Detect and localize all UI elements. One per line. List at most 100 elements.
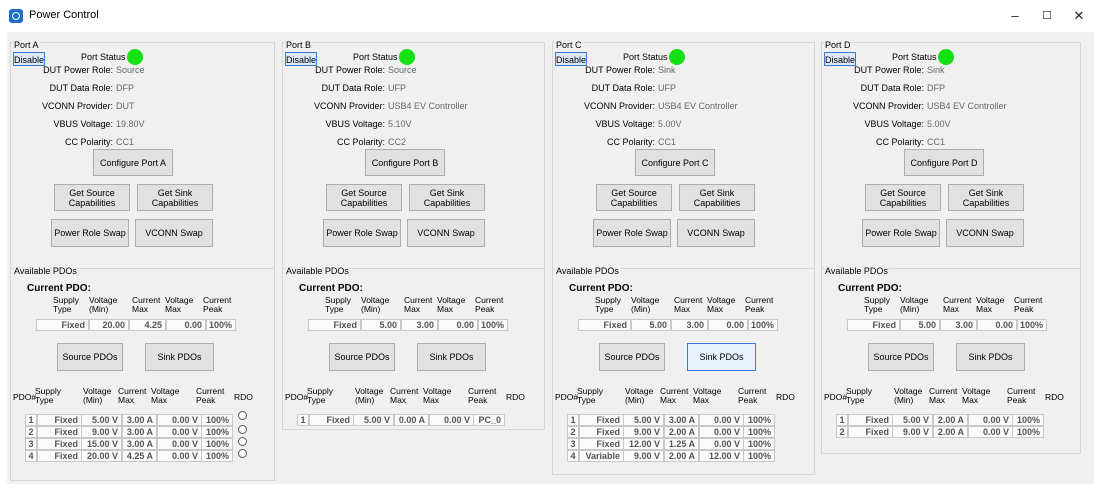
current-pdo-vmin: 20.00 — [89, 319, 129, 331]
port-b-disable-button[interactable]: Disable — [285, 52, 317, 66]
port-d-vconn-swap-button[interactable]: VCONN Swap — [946, 219, 1024, 247]
pdo-table-header-voltage-max: Voltage Max — [693, 386, 722, 405]
rdo-radio[interactable] — [238, 425, 247, 434]
current-pdo-label: Current PDO: — [27, 283, 91, 294]
port-d-source-pdos-button[interactable]: Source PDOs — [868, 343, 934, 371]
pdo-imax-cell: 2.00 A — [664, 426, 699, 438]
vconn-provider-value: USB4 EV Controller — [927, 101, 1007, 111]
port-d-power-role-swap-button[interactable]: Power Role Swap — [862, 219, 940, 247]
port-b-source-pdos-button[interactable]: Source PDOs — [329, 343, 395, 371]
pdo-vmin-cell: 15.00 V — [81, 438, 122, 450]
pdo-table-header-current-peak: Current Peak — [468, 386, 497, 405]
maximize-button[interactable]: ☐ — [1032, 6, 1062, 26]
port-c-pdo-group: Available PDOs Current PDO: Supply Type Vol… — [552, 266, 815, 475]
port-b-power-role-swap-button[interactable]: Power Role Swap — [323, 219, 401, 247]
port-a-vconn-swap-button[interactable]: VCONN Swap — [135, 219, 213, 247]
port-c-group: Port C Disable Port Status DUT Power Role: S… — [552, 40, 815, 269]
current-pdo-header-supply-type: Supply Type — [864, 295, 890, 314]
pdo-table-header-current-peak: Current Peak — [1007, 386, 1036, 405]
current-pdo-header-voltage-min: Voltage (Min) — [631, 295, 660, 314]
current-pdo-header-current-peak: Current Peak — [745, 295, 774, 314]
pdo-imax-cell: 2.00 A — [933, 426, 968, 438]
port-d-sink-pdos-button[interactable]: Sink PDOs — [956, 343, 1025, 371]
current-pdo-type: Fixed — [36, 319, 89, 331]
pdo-imax-cell: 0.00 A — [394, 414, 429, 426]
close-button[interactable]: ✕ — [1064, 6, 1094, 26]
pdo-imax-cell: 4.25 A — [122, 450, 157, 462]
port-b-sink-pdos-button[interactable]: Sink PDOs — [417, 343, 486, 371]
port-c-disable-button[interactable]: Disable — [555, 52, 587, 66]
pdo-vmax-cell: 0.00 V — [429, 414, 474, 426]
port-b-vconn-swap-button[interactable]: VCONN Swap — [407, 219, 485, 247]
port-c-configure-button[interactable]: Configure Port C — [635, 149, 715, 176]
port-b-configure-button[interactable]: Configure Port B — [365, 149, 445, 176]
vbus-voltage-value: 19.80V — [116, 119, 145, 129]
pdo-table-header-rdo: RDO — [506, 392, 525, 402]
pdo-table-header-voltage-max: Voltage Max — [151, 386, 180, 405]
port-c-data-role-row: DUT Data Role: UFP — [553, 83, 676, 93]
vconn-provider-label: VCONN Provider: — [41, 101, 113, 111]
pdo-type-cell: Fixed — [37, 450, 82, 462]
port-d-pdo-group: Available PDOs Current PDO: Supply Type Vol… — [821, 266, 1081, 454]
port-c-get-source-caps-button[interactable]: Get Source Capabilities — [596, 184, 672, 211]
pdo-table-header-voltage-max: Voltage Max — [962, 386, 991, 405]
port-b-get-source-caps-button[interactable]: Get Source Capabilities — [326, 184, 402, 211]
current-pdo-imax: 3.00 — [671, 319, 708, 331]
port-a-status-indicator — [127, 49, 143, 65]
available-pdos-title: Available PDOs — [824, 266, 889, 276]
port-a-get-source-caps-button[interactable]: Get Source Capabilities — [54, 184, 130, 211]
current-pdo-vmin: 5.00 — [631, 319, 671, 331]
pdo-vmin-cell: 5.00 V — [623, 414, 664, 426]
port-a-data-role-row: DUT Data Role: DFP — [11, 83, 134, 93]
port-c-sink-pdos-button[interactable]: Sink PDOs — [687, 343, 756, 371]
minimize-button[interactable]: – — [1000, 6, 1030, 26]
pdo-table-header-current-peak: Current Peak — [196, 386, 225, 405]
vbus-voltage-value: 5.10V — [388, 119, 412, 129]
data-role-label: DUT Data Role: — [860, 83, 924, 93]
pdo-table-header-current-max: Current Max — [660, 386, 689, 405]
rdo-radio[interactable] — [238, 437, 247, 446]
current-pdo-label: Current PDO: — [838, 283, 902, 294]
pdo-vmin-cell: 5.00 V — [353, 414, 394, 426]
port-a-get-sink-caps-button[interactable]: Get Sink Capabilities — [137, 184, 213, 211]
pdo-table-header-pdo-num: PDO# — [13, 392, 37, 402]
port-status-label: Port Status — [892, 52, 937, 62]
cc-polarity-value: CC2 — [388, 137, 407, 147]
port-a-source-pdos-button[interactable]: Source PDOs — [57, 343, 123, 371]
pdo-type-cell: Fixed — [848, 414, 893, 426]
pdo-table-header-voltage-max: Voltage Max — [423, 386, 452, 405]
port-c-vconn-swap-button[interactable]: VCONN Swap — [677, 219, 755, 247]
rdo-radio[interactable] — [238, 411, 247, 420]
port-d-configure-button[interactable]: Configure Port D — [904, 149, 984, 176]
port-d-get-sink-caps-button[interactable]: Get Sink Capabilities — [948, 184, 1024, 211]
pdo-imax-cell: 2.00 A — [664, 450, 699, 462]
port-a-power-role-swap-button[interactable]: Power Role Swap — [51, 219, 129, 247]
port-d-disable-button[interactable]: Disable — [824, 52, 856, 66]
port-a-configure-button[interactable]: Configure Port A — [93, 149, 173, 176]
current-pdo-header-current-max: Current Max — [132, 295, 161, 314]
port-d-cc-polarity-row: CC Polarity: CC1 — [822, 137, 945, 147]
pdo-vmax-cell: 12.00 V — [699, 450, 744, 462]
data-role-value: DFP — [116, 83, 134, 93]
port-d-get-source-caps-button[interactable]: Get Source Capabilities — [865, 184, 941, 211]
port-c-power-role-swap-button[interactable]: Power Role Swap — [593, 219, 671, 247]
current-pdo-imax: 3.00 — [940, 319, 977, 331]
port-a-disable-button[interactable]: Disable — [13, 52, 45, 66]
power-role-value: Source — [388, 65, 417, 75]
port-b-get-sink-caps-button[interactable]: Get Sink Capabilities — [409, 184, 485, 211]
current-pdo-imax: 4.25 — [129, 319, 166, 331]
pdo-table-header-current-max: Current Max — [118, 386, 147, 405]
rdo-radio[interactable] — [238, 449, 247, 458]
current-pdo-vmin: 5.00 — [900, 319, 940, 331]
vconn-provider-value: DUT — [116, 101, 135, 111]
pdo-type-cell: Fixed — [37, 414, 82, 426]
power-control-panel: Port A Disable Port Status DUT Power Role: S… — [7, 32, 1094, 484]
current-pdo-vmax: 0.00 — [438, 319, 478, 331]
title-bar: Power Control – ☐ ✕ — [0, 0, 1094, 32]
pdo-peak-cell: 100% — [1012, 414, 1044, 426]
current-pdo-peak: 100% — [748, 319, 778, 331]
current-pdo-header-supply-type: Supply Type — [53, 295, 79, 314]
port-a-sink-pdos-button[interactable]: Sink PDOs — [145, 343, 214, 371]
port-c-get-sink-caps-button[interactable]: Get Sink Capabilities — [679, 184, 755, 211]
port-c-source-pdos-button[interactable]: Source PDOs — [599, 343, 665, 371]
